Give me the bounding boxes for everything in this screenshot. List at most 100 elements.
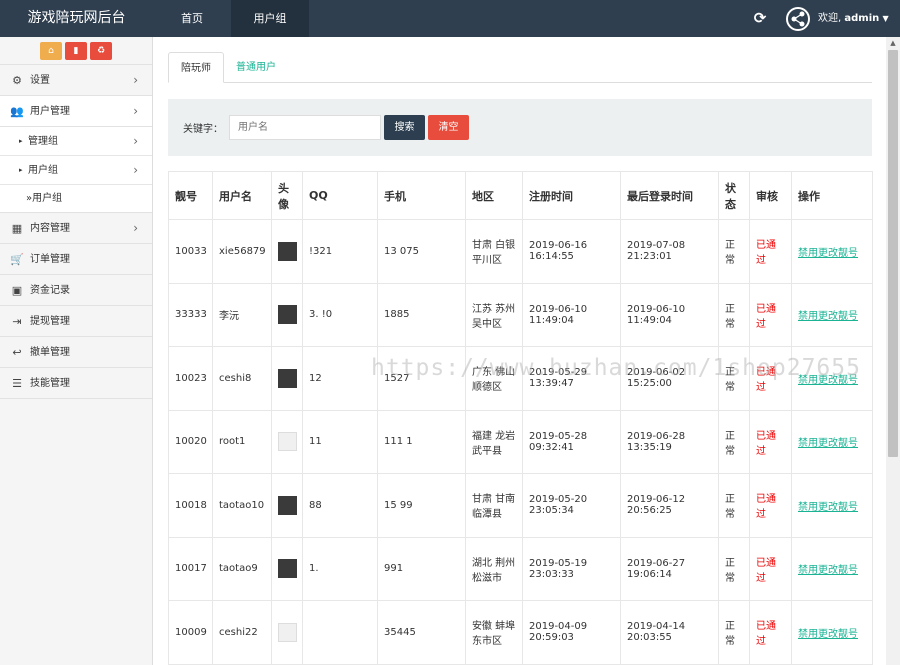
cart-icon: 🛒 [10, 253, 24, 266]
cell-username: taotao9 [212, 536, 272, 601]
sidebar-subitem-user-group[interactable]: ▸ 用户组 › [0, 156, 152, 185]
tab-normal-users[interactable]: 普通用户 [224, 52, 288, 83]
cell-region: 江苏 苏州 吴中区 [465, 282, 523, 347]
sidebar-item-label: 用户管理 [30, 106, 70, 117]
search-button[interactable]: 搜索 [384, 115, 425, 140]
sidebar-item-settings[interactable]: ⚙ 设置 › [0, 65, 152, 96]
disable-link[interactable]: 禁用 [798, 438, 818, 449]
cell-id: 10020 [168, 409, 213, 474]
change-number-link[interactable]: 更改靓号 [818, 311, 858, 322]
cell-status: 正常 [718, 409, 750, 474]
clear-button[interactable]: 清空 [428, 115, 469, 140]
sidebar-item-user-management[interactable]: 👥 用户管理 › [0, 96, 152, 127]
change-number-link[interactable]: 更改靓号 [818, 438, 858, 449]
change-number-link[interactable]: 更改靓号 [818, 565, 858, 576]
sidebar-subsubitem-user-group[interactable]: »用户组 [0, 185, 152, 213]
cell-avatar [271, 219, 303, 284]
cell-actions: 禁用更改靓号 [791, 346, 873, 411]
sidebar-item-skills[interactable]: ☰ 技能管理 [0, 368, 152, 399]
home-icon[interactable]: ⌂ [40, 41, 62, 60]
sidebar-item-withdraw[interactable]: ⇥ 提现管理 [0, 306, 152, 337]
table-header-row: 靓号 用户名 头像 QQ 手机 地区 注册时间 最后登录时间 状态 审核 操作 [168, 171, 873, 220]
cell-phone: 13 075 [377, 219, 466, 284]
tab-companions[interactable]: 陪玩师 [168, 52, 224, 83]
sidebar-item-cancel-orders[interactable]: ↩ 撤单管理 [0, 337, 152, 368]
disable-link[interactable]: 禁用 [798, 248, 818, 259]
table-row: 10018 taotao10 88 15 99 甘肃 甘南 临潭县 2019-05-20 … [168, 473, 873, 538]
scroll-thumb[interactable] [888, 50, 898, 457]
cell-qq: 88 [302, 473, 378, 538]
chevron-right-icon: › [133, 104, 138, 118]
col-header: 审核 [749, 171, 792, 220]
refresh-icon[interactable]: ⟳ [750, 8, 770, 28]
cell-avatar [271, 346, 303, 411]
change-number-link[interactable]: 更改靓号 [818, 629, 858, 640]
cell-id: 10033 [168, 219, 213, 284]
disable-link[interactable]: 禁用 [798, 629, 818, 640]
top-nav: 首页 用户组 [153, 0, 309, 37]
users-table: 靓号 用户名 头像 QQ 手机 地区 注册时间 最后登录时间 状态 审核 操作 … [168, 171, 873, 665]
avatar [278, 559, 297, 579]
cell-username: ceshi22 [212, 600, 272, 665]
disable-link[interactable]: 禁用 [798, 502, 818, 513]
sidebar-item-label: 内容管理 [30, 223, 70, 234]
sidebar-item-funds[interactable]: ▣ 资金记录 [0, 275, 152, 306]
table-row: 10033 xie56879 !321 13 075 甘肃 白银 平川区 2019-06-… [168, 219, 873, 284]
cell-audit: 已通过 [749, 409, 792, 474]
disable-link[interactable]: 禁用 [798, 311, 818, 322]
avatar [278, 432, 297, 452]
sidebar-item-content[interactable]: ▦ 内容管理 › [0, 213, 152, 244]
cell-avatar [271, 600, 303, 665]
scrollbar[interactable]: ▲ [886, 37, 900, 665]
sidebar-subitem-admin-group[interactable]: ▸ 管理组 › [0, 127, 152, 156]
table-row: 10009 ceshi22 35445 安徽 蚌埠 东市区 2019-04-09 20:… [168, 600, 873, 665]
top-navbar: 游戏陪玩网后台 首页 用户组 ⟳ 欢迎, admin ▼ [0, 0, 900, 37]
share-circle-icon[interactable] [786, 7, 810, 31]
avatar [278, 495, 297, 515]
cell-last-login: 2019-06-10 11:49:04 [620, 282, 719, 347]
sidebar-item-label: 资金记录 [30, 285, 70, 296]
cell-region: 甘肃 白银 平川区 [465, 219, 523, 284]
reply-icon: ↩ [12, 346, 22, 359]
avatar [278, 622, 297, 642]
cell-qq: 3. !0 [302, 282, 378, 347]
cell-last-login: 2019-06-27 19:06:14 [620, 536, 719, 601]
recycle-icon[interactable]: ♻ [90, 41, 112, 60]
sidebar-item-orders[interactable]: 🛒 订单管理 [0, 244, 152, 275]
cell-status: 正常 [718, 536, 750, 601]
cell-avatar [271, 282, 303, 347]
col-header: 地区 [465, 171, 523, 220]
nav-user-group[interactable]: 用户组 [231, 0, 309, 37]
col-header: 注册时间 [522, 171, 621, 220]
sign-in-icon: ⇥ [12, 315, 22, 328]
change-number-link[interactable]: 更改靓号 [818, 502, 858, 513]
user-menu[interactable]: 欢迎, admin ▼ [818, 0, 889, 37]
cell-phone: 15 99 [377, 473, 466, 538]
change-number-link[interactable]: 更改靓号 [818, 375, 858, 386]
cell-audit: 已通过 [749, 473, 792, 538]
cell-qq [302, 600, 378, 665]
change-number-link[interactable]: 更改靓号 [818, 248, 858, 259]
sidebar-item-label: 撤单管理 [30, 347, 70, 358]
users-icon: 👥 [10, 105, 24, 118]
search-panel: 关键字： 搜索 清空 [168, 99, 872, 156]
scroll-up-icon[interactable]: ▲ [886, 37, 900, 49]
cell-phone: 35445 [377, 600, 466, 665]
cell-actions: 禁用更改靓号 [791, 473, 873, 538]
disable-link[interactable]: 禁用 [798, 375, 818, 386]
col-header: 头像 [271, 171, 303, 220]
cell-id: 10018 [168, 473, 213, 538]
search-input[interactable] [229, 115, 381, 140]
nav-home[interactable]: 首页 [153, 0, 231, 37]
sidebar-item-label: 订单管理 [30, 254, 70, 265]
disable-link[interactable]: 禁用 [798, 565, 818, 576]
cell-phone: 111 1 [377, 409, 466, 474]
cell-phone: 991 [377, 536, 466, 601]
cell-status: 正常 [718, 346, 750, 411]
cell-region: 福建 龙岩 武平县 [465, 409, 523, 474]
cell-avatar [271, 536, 303, 601]
cell-qq: 12 [302, 346, 378, 411]
cell-username: ceshi8 [212, 346, 272, 411]
table-row: 10023 ceshi8 12 1527 广东 佛山 顺德区 2019-05-29 13:… [168, 346, 873, 411]
trash-icon[interactable]: ▮ [65, 41, 87, 60]
